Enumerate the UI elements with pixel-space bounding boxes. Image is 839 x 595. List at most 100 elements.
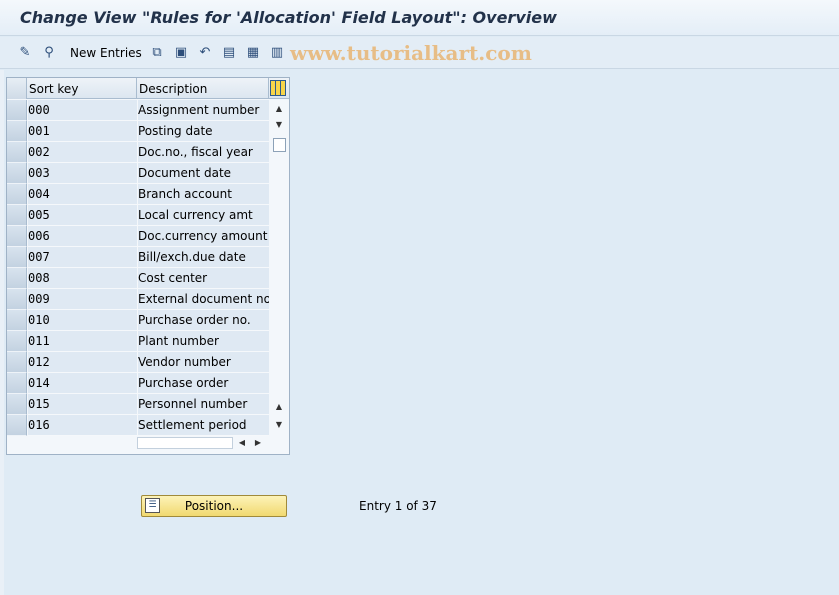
copy-as-icon[interactable]: ⧉: [148, 43, 166, 61]
description-cell[interactable]: Posting date: [137, 121, 269, 142]
table-row: 001 Posting date: [7, 121, 269, 142]
table-row: 003 Document date: [7, 163, 269, 184]
row-selector[interactable]: [7, 373, 27, 394]
undo-change-icon[interactable]: ↶: [196, 43, 214, 61]
sort-key-cell: 003: [28, 163, 137, 184]
sort-key-value: 015: [28, 397, 50, 411]
description-cell[interactable]: Bill/exch.due date: [137, 247, 269, 268]
sort-key-cell: 008: [28, 268, 137, 289]
page-title: Change View "Rules for 'Allocation' Fiel…: [20, 8, 557, 27]
row-selector[interactable]: [7, 310, 27, 331]
horizontal-scroll-track[interactable]: [137, 437, 233, 449]
entry-counter: Entry 1 of 37: [359, 499, 437, 513]
sort-key-cell: 006: [28, 226, 137, 247]
table-row: 010 Purchase order no.: [7, 310, 269, 331]
row-selector[interactable]: [7, 205, 27, 226]
row-selector[interactable]: [7, 184, 27, 205]
title-bar: Change View "Rules for 'Allocation' Fiel…: [0, 0, 839, 36]
description-cell[interactable]: Cost center: [137, 268, 269, 289]
sort-key-cell: 015: [28, 394, 137, 415]
select-all-glyph: ▤: [222, 44, 236, 60]
table-row: 004 Branch account: [7, 184, 269, 205]
page-up-icon[interactable]: ▲: [270, 400, 288, 414]
table-row: 000 Assignment number: [7, 100, 269, 121]
sort-key-cell: 007: [28, 247, 137, 268]
column-header-sort-key[interactable]: Sort key: [29, 82, 78, 96]
change-display-icon[interactable]: ✎: [16, 43, 34, 61]
scroll-down-icon[interactable]: ▼: [270, 418, 288, 432]
table-row: 014 Purchase order: [7, 373, 269, 394]
row-selector[interactable]: [7, 394, 27, 415]
sort-key-cell: 014: [28, 373, 137, 394]
column-divider[interactable]: [268, 78, 269, 99]
scroll-up-icon[interactable]: ▲: [270, 102, 288, 116]
row-selector[interactable]: [7, 268, 27, 289]
page-down-icon[interactable]: ▼: [270, 118, 288, 132]
table-row: 009 External document no: [7, 289, 269, 310]
row-selector[interactable]: [7, 121, 27, 142]
description-cell[interactable]: Settlement period: [137, 415, 269, 436]
position-button-label: Position...: [184, 499, 244, 513]
horizontal-scrollbar[interactable]: ◀ ▶: [137, 435, 269, 451]
select-all-rows-button[interactable]: [7, 78, 27, 99]
row-selector[interactable]: [7, 289, 27, 310]
sort-key-cell: 001: [28, 121, 137, 142]
description-cell[interactable]: Doc.currency amount: [137, 226, 269, 247]
new-entries-button[interactable]: New Entries: [70, 46, 142, 60]
vertical-scrollbar[interactable]: ▲ ▼ ▲ ▼: [270, 100, 288, 434]
sort-key-cell: 012: [28, 352, 137, 373]
table-header: Sort key Description: [7, 78, 289, 99]
sort-key-value: 002: [28, 145, 50, 159]
sort-key-value: 004: [28, 187, 50, 201]
position-button[interactable]: ☰ Position...: [141, 495, 287, 517]
find-icon[interactable]: ⚲: [40, 43, 58, 61]
table-row: 005 Local currency amt: [7, 205, 269, 226]
delete-icon[interactable]: ▣: [172, 43, 190, 61]
description-cell[interactable]: External document no: [137, 289, 269, 310]
sort-key-value: 005: [28, 208, 50, 222]
sort-key-cell: 011: [28, 331, 137, 352]
description-cell[interactable]: Purchase order: [137, 373, 269, 394]
description-cell[interactable]: Document date: [137, 163, 269, 184]
application-toolbar: ✎ ⚲ New Entries ⧉ ▣ ↶ ▤ ▦ ▥ www.tutorial…: [0, 37, 839, 69]
description-cell[interactable]: Vendor number: [137, 352, 269, 373]
scroll-left-icon[interactable]: ◀: [235, 435, 249, 451]
deselect-all-glyph: ▥: [270, 44, 284, 60]
deselect-all-icon[interactable]: ▥: [268, 43, 286, 61]
sort-key-value: 006: [28, 229, 50, 243]
description-cell[interactable]: Plant number: [137, 331, 269, 352]
select-block-icon[interactable]: ▦: [244, 43, 262, 61]
find-glyph: ⚲: [44, 44, 54, 60]
sort-key-cell: 016: [28, 415, 137, 436]
select-block-glyph: ▦: [246, 44, 260, 60]
row-selector[interactable]: [7, 331, 27, 352]
description-cell[interactable]: Branch account: [137, 184, 269, 205]
row-selector[interactable]: [7, 163, 27, 184]
sort-key-value: 016: [28, 418, 50, 432]
row-selector[interactable]: [7, 415, 27, 436]
sort-key-value: 008: [28, 271, 50, 285]
table-row: 015 Personnel number: [7, 394, 269, 415]
description-cell[interactable]: Assignment number: [137, 100, 269, 121]
description-cell[interactable]: Purchase order no.: [137, 310, 269, 331]
undo-change-glyph: ↶: [199, 44, 211, 60]
description-cell[interactable]: Personnel number: [137, 394, 269, 415]
sort-key-value: 000: [28, 103, 50, 117]
sort-key-cell: 005: [28, 205, 137, 226]
row-selector[interactable]: [7, 142, 27, 163]
table-settings-icon[interactable]: [270, 80, 286, 96]
row-selector[interactable]: [7, 247, 27, 268]
sort-key-value: 011: [28, 334, 50, 348]
row-selector[interactable]: [7, 352, 27, 373]
sort-key-value: 014: [28, 376, 50, 390]
scroll-thumb[interactable]: [273, 138, 286, 152]
select-all-icon[interactable]: ▤: [220, 43, 238, 61]
column-divider[interactable]: [136, 78, 137, 99]
sort-key-cell: 009: [28, 289, 137, 310]
row-selector[interactable]: [7, 100, 27, 121]
description-cell[interactable]: Doc.no., fiscal year: [137, 142, 269, 163]
column-header-description[interactable]: Description: [139, 82, 207, 96]
row-selector[interactable]: [7, 226, 27, 247]
description-cell[interactable]: Local currency amt: [137, 205, 269, 226]
scroll-right-icon[interactable]: ▶: [251, 435, 265, 451]
